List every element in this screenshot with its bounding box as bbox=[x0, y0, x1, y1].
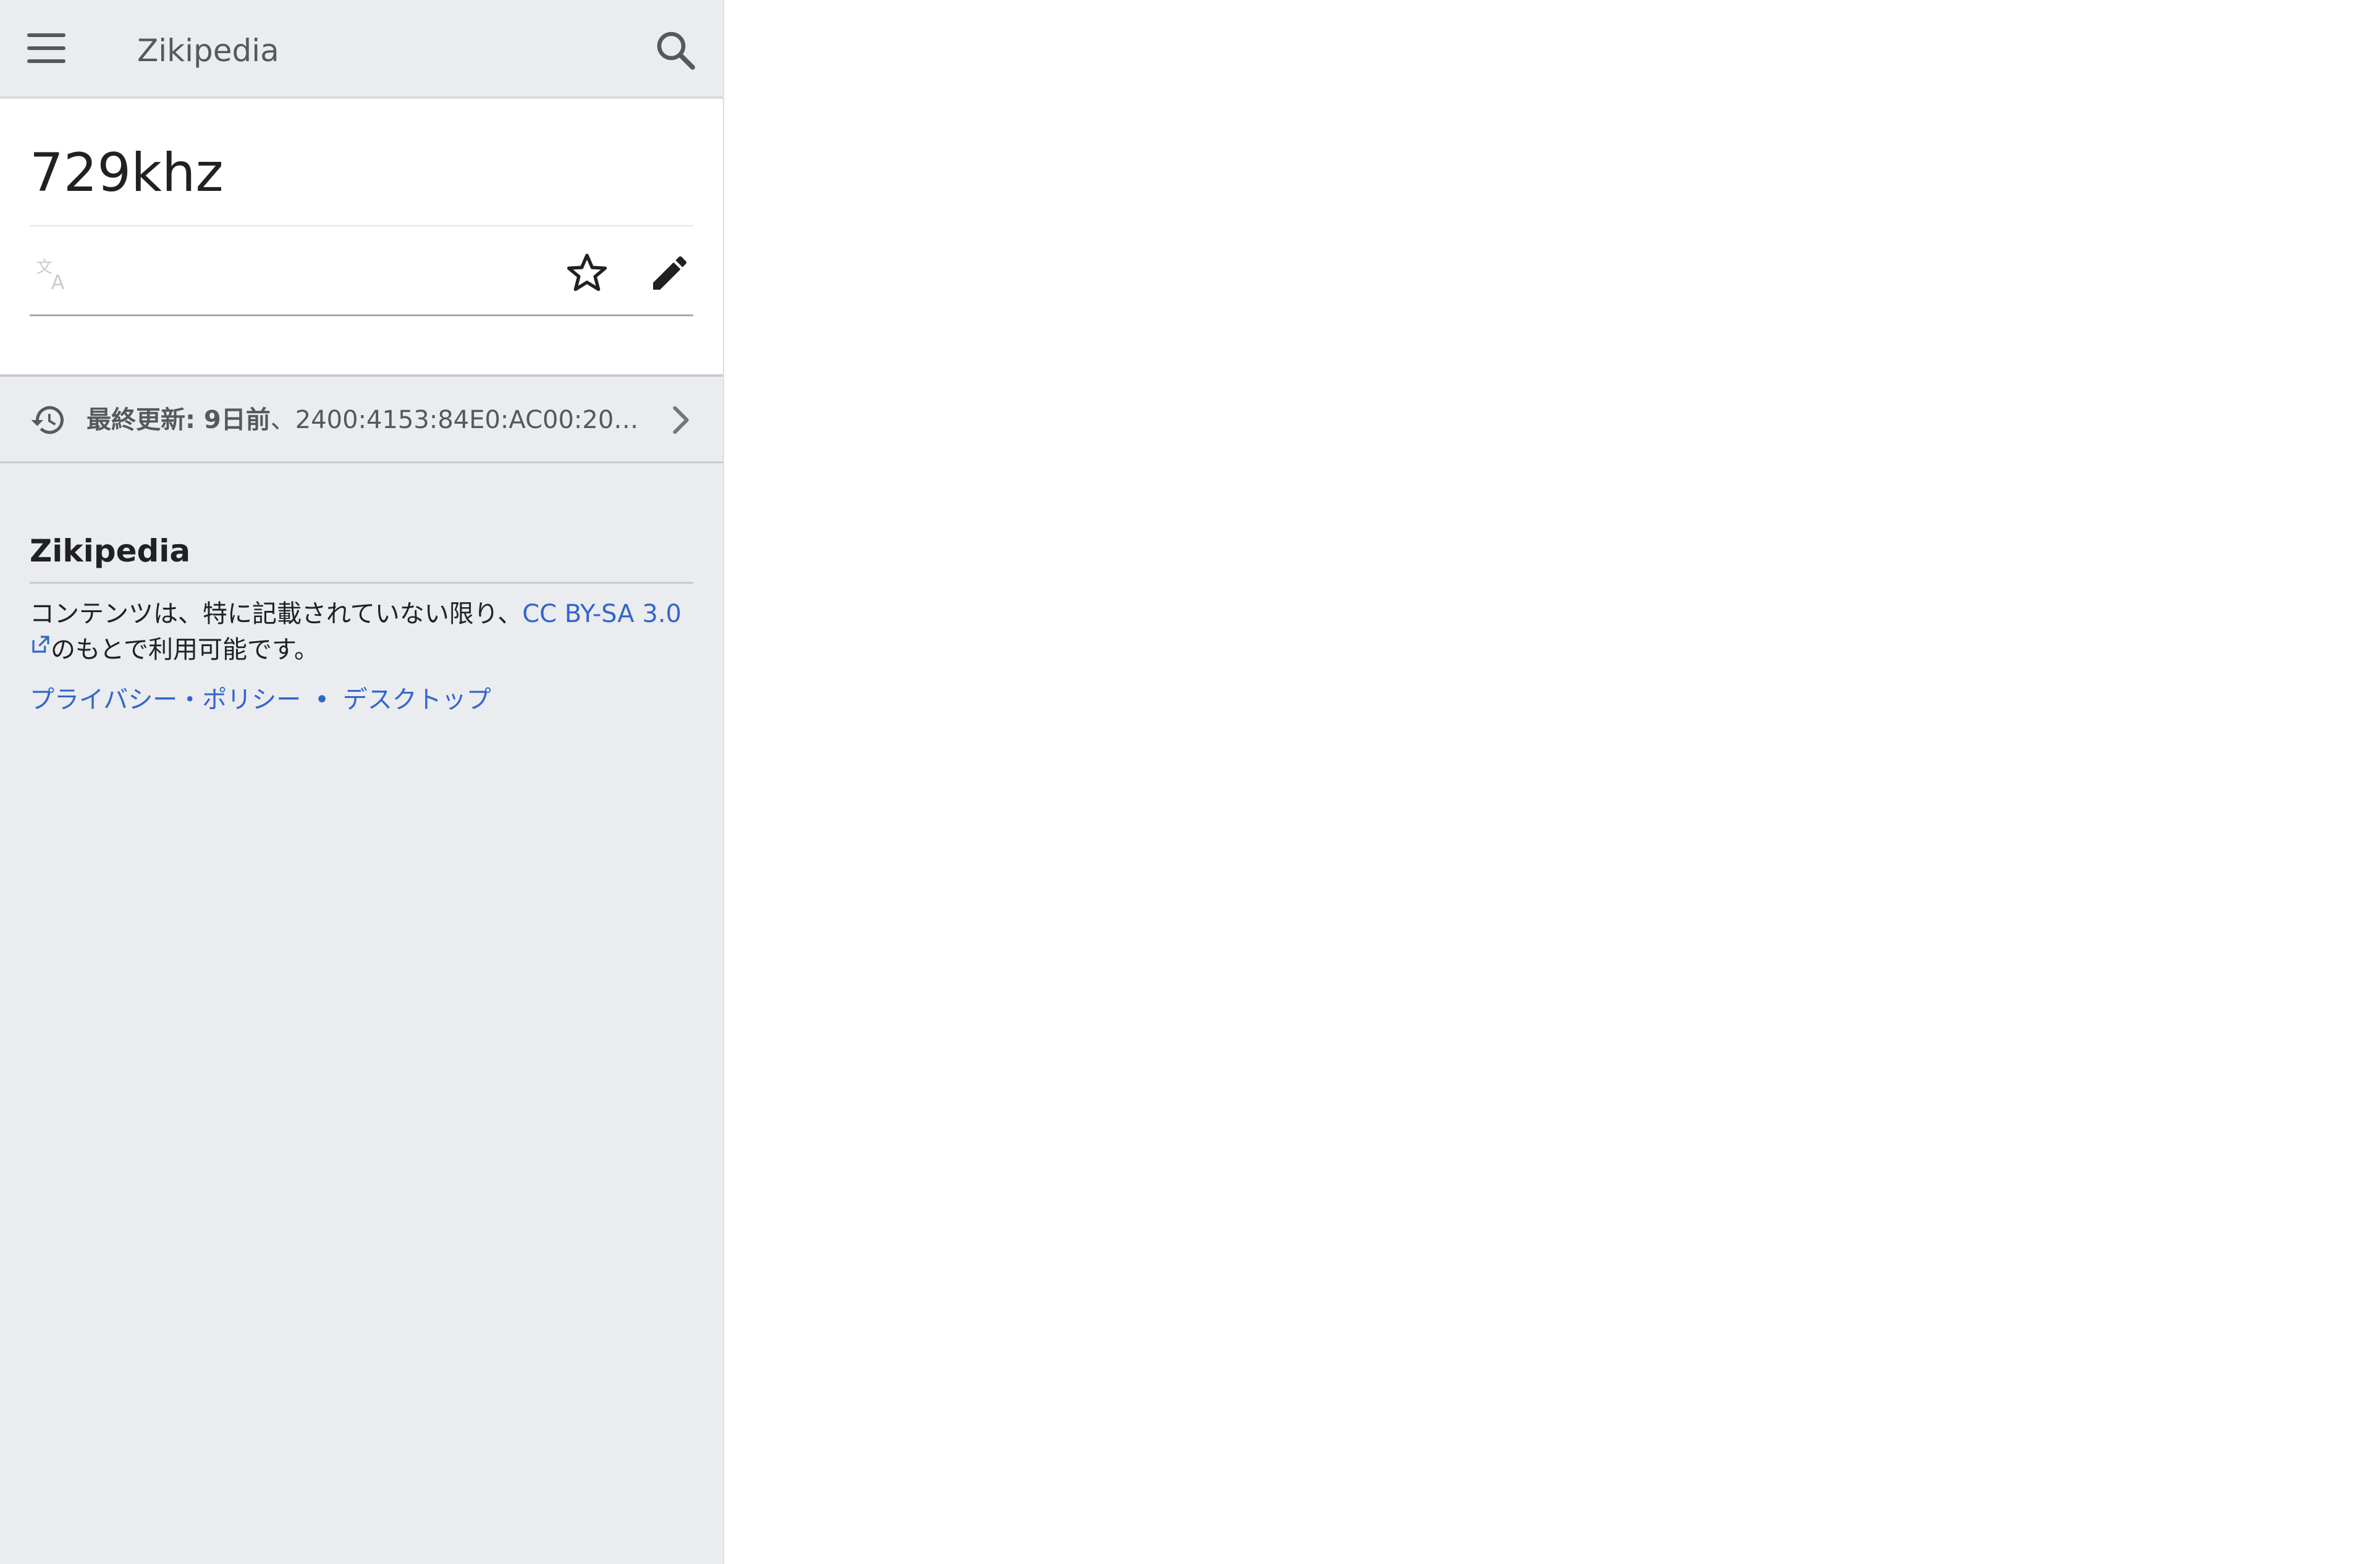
history-icon bbox=[31, 406, 64, 434]
license-text: コンテンツは、特に記載されていない限り、CC BY-SA 3.0 のもとで利用可… bbox=[30, 596, 693, 668]
license-suffix: のもとで利用可能です。 bbox=[51, 636, 319, 664]
search-icon[interactable] bbox=[654, 28, 698, 73]
footer-link-separator: • bbox=[314, 686, 329, 714]
external-link-icon bbox=[32, 636, 49, 653]
hamburger-menu-icon[interactable] bbox=[27, 33, 65, 63]
language-translate-icon[interactable]: 文 A bbox=[35, 254, 74, 294]
svg-text:文: 文 bbox=[36, 258, 53, 277]
title-divider bbox=[30, 225, 693, 227]
last-modified-editor: 2400:4153:84E0:AC00:20A... bbox=[295, 406, 643, 434]
mobile-page-panel: Zikipedia 729khz 文 A 最終更新: 9日前、2400:4153… bbox=[0, 0, 724, 1564]
chevron-right-icon bbox=[673, 406, 689, 434]
header-bar: Zikipedia bbox=[0, 0, 723, 99]
star-icon[interactable] bbox=[565, 251, 609, 295]
article-header: 729khz 文 A bbox=[0, 99, 723, 377]
footer-links: プライバシー・ポリシー • デスクトップ bbox=[30, 683, 693, 717]
page-actions-bar: 文 A bbox=[30, 229, 693, 316]
license-prefix: コンテンツは、特に記載されていない限り、 bbox=[30, 600, 523, 628]
privacy-policy-link[interactable]: プライバシー・ポリシー bbox=[30, 686, 301, 714]
desktop-link[interactable]: デスクトップ bbox=[343, 686, 491, 714]
license-link[interactable]: CC BY-SA 3.0 bbox=[522, 600, 682, 628]
page-title: 729khz bbox=[30, 142, 224, 204]
last-modified-text: 最終更新: 9日前、2400:4153:84E0:AC00:20A... bbox=[87, 403, 643, 437]
last-modified-bar[interactable]: 最終更新: 9日前、2400:4153:84E0:AC00:20A... bbox=[0, 377, 723, 463]
site-brand[interactable]: Zikipedia bbox=[137, 31, 279, 70]
last-modified-label: 最終更新: 9日前 bbox=[87, 406, 271, 434]
footer: Zikipedia コンテンツは、特に記載されていない限り、CC BY-SA 3… bbox=[30, 531, 693, 717]
footer-site-title: Zikipedia bbox=[30, 531, 693, 584]
last-modified-separator: 、 bbox=[270, 406, 295, 434]
svg-text:A: A bbox=[51, 271, 65, 294]
pencil-icon[interactable] bbox=[648, 251, 692, 295]
page: Zikipedia 729khz 文 A 最終更新: 9日前、2400:4153… bbox=[0, 0, 2380, 1564]
